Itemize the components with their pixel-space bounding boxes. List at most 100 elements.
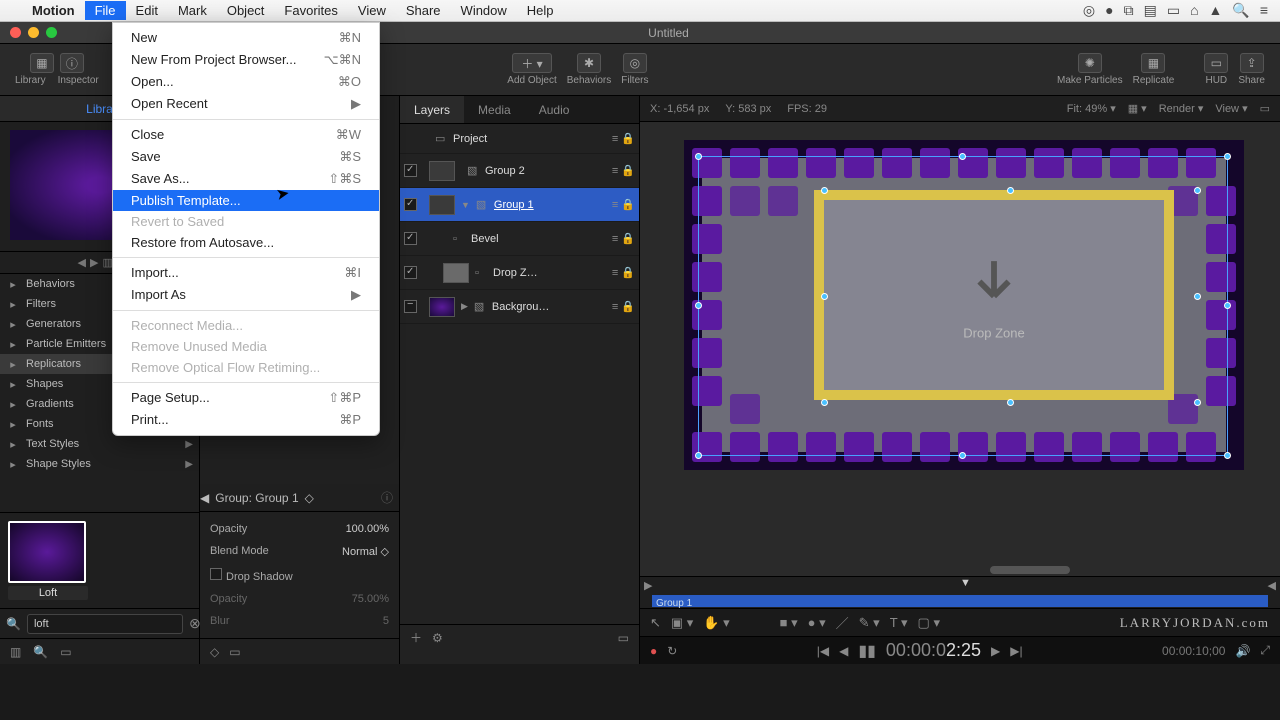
color-channel-button[interactable]: ▦ ▾ [1128, 102, 1147, 115]
search-icon-2[interactable]: 🔍 [33, 645, 48, 659]
keyframe-icon[interactable]: ◇ [210, 645, 219, 659]
cc-icon[interactable]: ◎ [1083, 2, 1095, 19]
file-menu-new-from-project-browser-[interactable]: New From Project Browser...⌥⌘N [113, 49, 379, 71]
inspector-icon[interactable]: ⓘ [60, 53, 84, 73]
layer-visibility-checkbox[interactable] [404, 164, 417, 177]
audio-button[interactable]: 🔊 [1235, 644, 1250, 658]
info-icon[interactable]: ⓘ [381, 489, 393, 506]
viewport-layout-icon[interactable]: ▭ [1260, 102, 1270, 115]
menu-edit[interactable]: Edit [126, 1, 168, 20]
add-layer-button[interactable]: ＋ [410, 629, 422, 646]
dropshadow-checkbox[interactable] [210, 568, 222, 580]
shadow-blur-value[interactable]: 5 [383, 615, 389, 627]
record-button[interactable]: ● [650, 644, 657, 658]
timecode-display[interactable]: 00:00:02:25 [886, 640, 981, 661]
screen-icon[interactable]: ▭ [1167, 2, 1180, 19]
close-window-button[interactable] [10, 27, 21, 38]
filters-button[interactable]: ◎ [623, 53, 647, 73]
list-icon[interactable]: ≡ [1260, 2, 1268, 19]
tab-media[interactable]: Media [464, 96, 525, 123]
layer-row-drop-z-[interactable]: ▫Drop Z…≡ 🔒 [400, 256, 639, 290]
file-menu-import-[interactable]: Import...⌘I [113, 262, 379, 284]
mini-timeline[interactable]: ▶ ▼ ◀ Group 1 [640, 576, 1280, 608]
nav-fwd-button[interactable]: ▶ [90, 256, 98, 269]
calendar-icon[interactable]: ▤ [1144, 2, 1157, 19]
tab-audio[interactable]: Audio [525, 96, 584, 123]
make-particles-button[interactable]: ✺ [1078, 53, 1102, 73]
layer-row-project[interactable]: ▭Project≡ 🔒 [400, 124, 639, 154]
airplay-icon[interactable]: ⌂ [1190, 2, 1198, 19]
library-category-shape-styles[interactable]: ▸Shape Styles▶ [0, 454, 199, 474]
file-menu-save-as-[interactable]: Save As...⇧⌘S [113, 168, 379, 190]
next-frame-button[interactable]: ▶ [991, 644, 1000, 658]
circle-tool[interactable]: ● ▾ [808, 615, 826, 631]
hand-tool[interactable]: ✋ ▾ [703, 615, 729, 631]
menu-favorites[interactable]: Favorites [274, 1, 347, 20]
view-menu[interactable]: View ▾ [1215, 102, 1247, 115]
crop-tool[interactable]: ▣ ▾ [671, 615, 693, 631]
menu-mark[interactable]: Mark [168, 1, 217, 20]
library-category-text-styles[interactable]: ▸Text Styles▶ [0, 434, 199, 454]
replicate-button[interactable]: ▦ [1141, 53, 1165, 73]
rect-tool[interactable]: ■ ▾ [780, 615, 798, 631]
go-end-button[interactable]: ▶| [1010, 644, 1022, 658]
mask-tool[interactable]: ▢ ▾ [918, 615, 940, 631]
library-search-input[interactable] [27, 614, 183, 634]
menu-object[interactable]: Object [217, 1, 275, 20]
clear-search-button[interactable]: ⊗ [189, 615, 201, 632]
layer-visibility-checkbox[interactable] [404, 300, 417, 313]
menu-help[interactable]: Help [517, 1, 564, 20]
layer-visibility-checkbox[interactable] [404, 232, 417, 245]
opacity-value[interactable]: 100.00% [346, 523, 389, 535]
fit-value[interactable]: 49% [1085, 103, 1107, 115]
menu-app[interactable]: Motion [22, 1, 85, 20]
hud-button[interactable]: ▭ [1204, 53, 1228, 73]
file-menu-save[interactable]: Save⌘S [113, 146, 379, 168]
file-menu-import-as[interactable]: Import As▶ [113, 284, 379, 306]
file-menu-publish-template-[interactable]: Publish Template... [113, 190, 379, 211]
file-menu-open-[interactable]: Open...⌘O [113, 71, 379, 93]
status-dot-icon[interactable]: ● [1105, 2, 1113, 19]
panel-icon[interactable]: ▭ [60, 645, 71, 659]
render-menu[interactable]: Render ▾ [1159, 102, 1204, 115]
layer-visibility-checkbox[interactable] [404, 266, 417, 279]
zoom-window-button[interactable] [46, 27, 57, 38]
line-tool[interactable]: ／ [836, 613, 849, 632]
arrow-tool[interactable]: ↖ [650, 615, 661, 631]
layer-row-group-2[interactable]: ▧Group 2≡ 🔒 [400, 154, 639, 188]
duration-display[interactable]: 00:00:10;00 [1162, 644, 1225, 658]
library-icon[interactable]: ▦ [30, 53, 54, 73]
prev-frame-button[interactable]: ◀ [839, 644, 848, 658]
canvas-h-scrollbar[interactable] [650, 566, 1270, 574]
file-menu-print-[interactable]: Print...⌘P [113, 409, 379, 431]
nav-back-button[interactable]: ◀ [78, 256, 86, 269]
play-button[interactable]: ▮▮ [858, 641, 876, 661]
text-tool[interactable]: T ▾ [890, 615, 908, 631]
spotlight-icon[interactable]: 🔍 [1232, 2, 1249, 19]
layer-options-icon[interactable]: ▭ [618, 631, 629, 645]
add-object-button[interactable]: ＋ ▾ [512, 53, 552, 73]
file-menu-close[interactable]: Close⌘W [113, 124, 379, 146]
filter-layers-icon[interactable]: ⚙ [432, 631, 443, 645]
file-menu-restore-from-autosave-[interactable]: Restore from Autosave... [113, 232, 379, 253]
layer-row-group-1[interactable]: ▼▧Group 1≡ 🔒 [400, 188, 639, 222]
layer-row-bevel[interactable]: ▫Bevel≡ 🔒 [400, 222, 639, 256]
behaviors-button[interactable]: ✱ [577, 53, 601, 73]
fullscreen-button[interactable]: ⤢ [1260, 643, 1270, 658]
menu-window[interactable]: Window [451, 1, 517, 20]
selection-box[interactable] [698, 156, 1228, 456]
inspector-title[interactable]: Group: Group 1 [215, 491, 298, 505]
layer-visibility-checkbox[interactable] [404, 198, 417, 211]
layout-icon[interactable]: ▥ [10, 645, 21, 659]
menu-file[interactable]: File [85, 1, 126, 20]
layer-row-backgrou-[interactable]: ▶▧Backgrou…≡ 🔒 [400, 290, 639, 324]
blendmode-value[interactable]: Normal ◇ [342, 545, 389, 558]
file-menu-open-recent[interactable]: Open Recent▶ [113, 93, 379, 115]
eject-icon[interactable]: ▲ [1209, 2, 1223, 19]
pen-tool[interactable]: ✎ ▾ [859, 615, 880, 631]
timeline-panel-icon[interactable]: ▭ [229, 645, 240, 659]
menu-share[interactable]: Share [396, 1, 451, 20]
preset-loft[interactable]: Loft [8, 521, 88, 600]
share-button[interactable]: ⇪ [1240, 53, 1264, 73]
file-menu-new[interactable]: New⌘N [113, 27, 379, 49]
